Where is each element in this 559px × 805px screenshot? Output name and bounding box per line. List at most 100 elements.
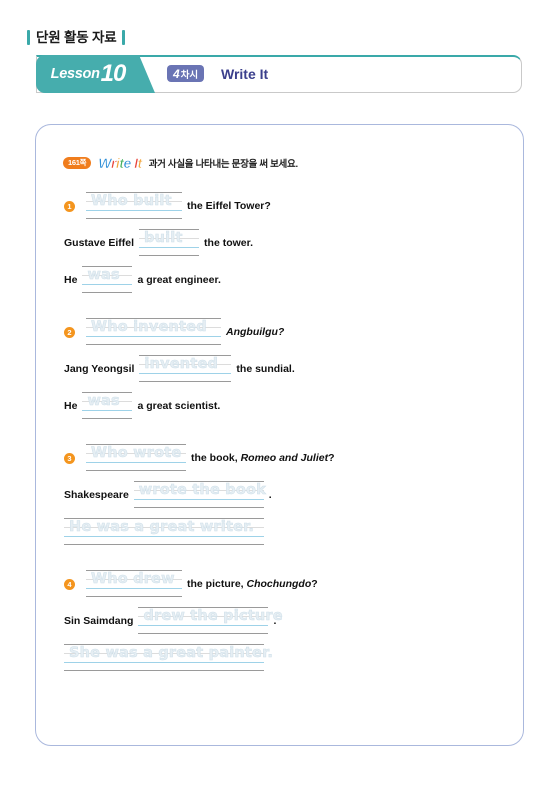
- guide-rule: [86, 344, 221, 345]
- question-number: 4: [64, 579, 75, 590]
- trace-answer-text: wrote the book: [138, 482, 267, 499]
- sentence-text: He: [64, 274, 78, 286]
- trace-answer-text: invented: [144, 356, 219, 373]
- section-label: 단원 활동 자료: [27, 28, 126, 46]
- writing-guide-lines[interactable]: was: [82, 262, 133, 294]
- writing-guide-lines[interactable]: was: [82, 388, 133, 420]
- question-line: She was a great painter.: [36, 640, 525, 672]
- question-line: Gustave Eiffel built the tower.: [36, 225, 525, 257]
- writing-guide-lines[interactable]: Who invented: [86, 314, 221, 346]
- guide-rule: [139, 373, 232, 375]
- question-line: He was a great writer.: [36, 514, 525, 546]
- question-line: He was a great scientist.: [36, 388, 525, 420]
- question-block: 2 Who invented Angbuilgu? Jang Yeongsil inve…: [36, 314, 525, 420]
- question-line: Shakespeare wrote the book.: [36, 477, 525, 509]
- guide-rule: [139, 381, 232, 382]
- period-unit: 차시: [180, 69, 199, 81]
- sentence-text: Angbuilgu?: [226, 326, 285, 338]
- trace-answer-text: built: [144, 230, 183, 247]
- question-list: 1 Who built the Eiffel Tower? Gustave Eiffe…: [36, 188, 525, 692]
- guide-rule: [64, 536, 264, 538]
- writing-guide-lines[interactable]: Who drew: [86, 566, 182, 598]
- instruction-text: 과거 사실을 나타내는 문장을 써 보세요.: [148, 159, 298, 170]
- writing-guide-lines[interactable]: He was a great writer.: [64, 514, 264, 546]
- question-block: 3 Who wrote the book, Romeo and Juliet? Sha…: [36, 440, 525, 546]
- question-number: 1: [64, 201, 75, 212]
- guide-rule: [64, 662, 264, 664]
- guide-rule: [82, 292, 133, 293]
- sentence-text: the Eiffel Tower?: [187, 200, 271, 212]
- writing-guide-lines[interactable]: invented: [139, 351, 232, 383]
- writing-guide-lines[interactable]: Who built: [86, 188, 182, 220]
- question-block: 4 Who drew the picture, Chochungdo? Sin Sai…: [36, 566, 525, 672]
- guide-rule: [86, 470, 186, 471]
- writing-guide-lines[interactable]: Who wrote: [86, 440, 186, 472]
- question-number: 2: [64, 327, 75, 338]
- lesson-tab: Lesson 10: [36, 55, 155, 93]
- question-line: He was a great engineer.: [36, 262, 525, 294]
- question-line: Sin Saimdang drew the picture.: [36, 603, 525, 635]
- sentence-text: Jang Yeongsil: [64, 363, 135, 375]
- writing-guide-lines[interactable]: drew the picture: [138, 603, 283, 635]
- trace-answer-text: was: [87, 267, 120, 284]
- question-line: Jang Yeongsil invented the sundial.: [36, 351, 525, 383]
- guide-rule: [133, 507, 264, 508]
- guide-rule: [133, 499, 264, 501]
- guide-rule: [86, 596, 182, 597]
- writing-guide-lines[interactable]: wrote the book: [133, 477, 267, 509]
- period-number: 4: [173, 66, 180, 81]
- question-line: 2 Who invented Angbuilgu?: [36, 314, 525, 346]
- title-italic: Chochungdo: [246, 578, 312, 590]
- guide-rule: [82, 418, 133, 419]
- logo-letter: W: [98, 155, 112, 171]
- guide-rule: [139, 255, 200, 256]
- lesson-header: Lesson 10 4 차시 Write It: [36, 55, 522, 93]
- guide-rule: [64, 670, 264, 671]
- logo-letter: t: [137, 155, 142, 171]
- trace-answer-text: drew the picture: [143, 608, 283, 625]
- guide-rule: [86, 218, 182, 219]
- label-bar-right-icon: [122, 29, 126, 45]
- trace-answer-text: He was a great writer.: [69, 519, 255, 536]
- trace-answer-text: Who invented: [91, 319, 207, 336]
- question-line: 3 Who wrote the book, Romeo and Juliet?: [36, 440, 525, 472]
- page-reference-badge: 161쪽: [63, 157, 92, 169]
- writing-guide-lines[interactable]: She was a great painter.: [64, 640, 273, 672]
- period-badge: 4 차시: [167, 65, 205, 82]
- guide-rule: [86, 210, 182, 212]
- sentence-text: a great engineer.: [137, 274, 221, 286]
- guide-rule: [138, 633, 269, 634]
- guide-rule: [82, 410, 133, 412]
- guide-rule: [86, 462, 186, 464]
- lesson-number: 10: [100, 60, 127, 87]
- section-label-text: 단원 활동 자료: [36, 29, 117, 45]
- guide-rule: [86, 588, 182, 590]
- sentence-text: the tower.: [204, 237, 254, 249]
- title-italic: Romeo and Juliet: [240, 452, 329, 464]
- question-line: 4 Who drew the picture, Chochungdo?: [36, 566, 525, 598]
- trace-answer-text: Who built: [91, 193, 172, 210]
- write-it-logo: Write It: [98, 155, 143, 171]
- worksheet-card: 161쪽 Write It 과거 사실을 나타내는 문장을 써 보세요. 1 Wh…: [35, 124, 524, 746]
- question-block: 1 Who built the Eiffel Tower? Gustave Eiffe…: [36, 188, 525, 294]
- sentence-text: the sundial.: [236, 363, 295, 375]
- writing-guide-lines[interactable]: built: [139, 225, 200, 257]
- sentence-text: the book, Romeo and Juliet?: [191, 452, 335, 464]
- guide-rule: [82, 284, 133, 286]
- lesson-word: Lesson: [50, 66, 100, 82]
- activity-title: Write It: [221, 66, 269, 82]
- trace-answer-text: was: [87, 393, 120, 410]
- guide-rule: [139, 247, 200, 249]
- trace-answer-text: She was a great painter.: [69, 645, 274, 662]
- question-line: 1 Who built the Eiffel Tower?: [36, 188, 525, 220]
- sentence-text: the picture, Chochungdo?: [187, 578, 318, 590]
- trace-answer-text: Who wrote: [91, 445, 182, 462]
- sentence-text: Gustave Eiffel: [64, 237, 135, 249]
- sentence-text: a great scientist.: [137, 400, 221, 412]
- question-number: 3: [64, 453, 75, 464]
- sentence-text: .: [268, 489, 272, 501]
- label-bar-left-icon: [27, 29, 30, 45]
- guide-rule: [86, 336, 221, 338]
- logo-letter: e: [123, 155, 131, 171]
- guide-rule: [64, 544, 264, 545]
